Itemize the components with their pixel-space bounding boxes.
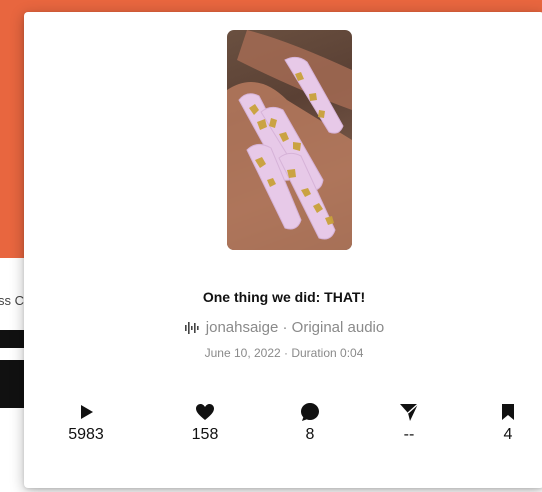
stat-value: 4: [503, 426, 513, 443]
bookmark-icon: [500, 402, 516, 422]
stat-plays: 5983: [46, 402, 126, 444]
post-meta: June 10, 2022 · Duration 0:04: [204, 346, 364, 360]
heart-icon: [195, 402, 215, 422]
stat-value: 5983: [68, 426, 104, 443]
stat-value: --: [403, 426, 415, 443]
send-icon: [399, 402, 419, 422]
stat-likes: 158: [165, 402, 245, 444]
stat-comments: 8: [270, 402, 350, 444]
post-insights-card: One thing we did: THAT! jonahsaige · Ori…: [24, 12, 542, 488]
audio-info[interactable]: jonahsaige · Original audio: [24, 319, 542, 336]
stat-value: 158: [191, 426, 219, 443]
audio-waveform-icon: [184, 321, 200, 335]
nails-photo: [227, 30, 352, 250]
post-thumbnail[interactable]: [227, 30, 352, 250]
audio-text: jonahsaige · Original audio: [205, 319, 385, 336]
stat-saves: 4: [468, 402, 542, 444]
stat-shares: --: [369, 402, 449, 444]
play-icon: [77, 402, 95, 422]
post-title: One thing we did: THAT!: [202, 289, 366, 305]
stat-value: 8: [305, 426, 315, 443]
background-partial-text: ss C: [0, 293, 24, 308]
comment-icon: [300, 402, 320, 422]
